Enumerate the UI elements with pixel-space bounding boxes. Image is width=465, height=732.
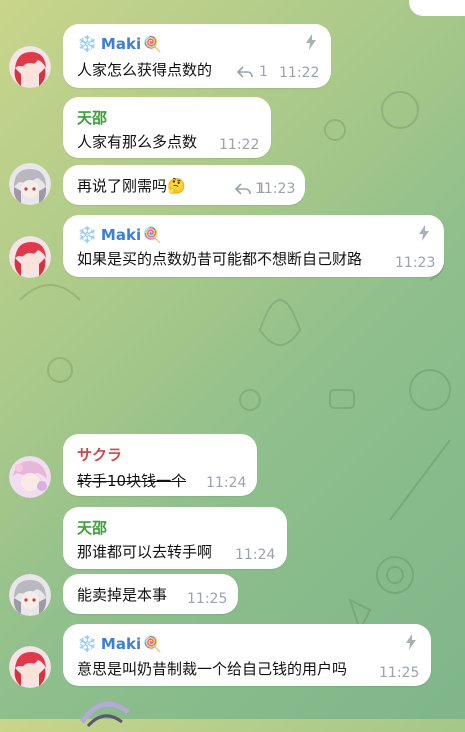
avatar[interactable] — [9, 236, 51, 278]
message-time: 11:25 — [187, 591, 228, 607]
message-text: 再说了刚需吗🤔 — [77, 177, 186, 195]
sender-name[interactable]: 天邵 — [77, 517, 107, 538]
message-time: 11:23 — [395, 255, 436, 271]
avatar[interactable] — [9, 46, 51, 88]
sticker-partial[interactable] — [80, 692, 130, 732]
lollipop-icon: 🍭 — [143, 225, 162, 244]
sender-name[interactable]: ❄️ Maki 🍭 — [77, 34, 162, 53]
snowflake-icon: ❄️ — [77, 634, 97, 653]
message-time: 11:22 — [279, 65, 320, 81]
message-text: 人家有那么多点数 — [77, 133, 198, 151]
reply-arrow-icon — [235, 183, 251, 195]
message-time: 11:24 — [206, 475, 247, 491]
message-time: 11:25 — [379, 665, 420, 681]
snowflake-icon: ❄️ — [77, 34, 97, 53]
avatar[interactable] — [9, 646, 51, 688]
message-text: 如果是买的点数奶昔可能都不想断自己财路 — [77, 250, 363, 268]
message-bubble[interactable]: 天邵 那谁都可以去转手啊 11:24 — [63, 507, 287, 569]
lightning-icon[interactable] — [305, 34, 317, 50]
avatar[interactable] — [9, 163, 51, 205]
message-bubble[interactable]: 能卖掉是本事 11:25 — [63, 574, 238, 614]
message-time: 11:22 — [219, 137, 260, 153]
avatar[interactable] — [9, 574, 51, 616]
avatar[interactable] — [9, 456, 51, 498]
sender-name[interactable]: 天邵 — [77, 107, 107, 128]
lightning-icon[interactable] — [418, 225, 430, 241]
message-text: 能卖掉是本事 — [77, 586, 168, 604]
lollipop-icon: 🍭 — [143, 34, 162, 53]
message-text: 意思是叫奶昔制裁一个给自己钱的用户吗 — [77, 660, 348, 678]
sender-name[interactable]: サクラ — [77, 444, 122, 465]
reply-arrow-icon — [237, 66, 253, 78]
message-time: 11:24 — [235, 547, 276, 563]
message-time: 11:23 — [255, 181, 296, 197]
message-bubble[interactable]: ❄️ Maki 🍭 人家怎么获得点数的 1 11:22 — [63, 24, 331, 88]
lightning-icon[interactable] — [405, 634, 417, 650]
message-bubble[interactable]: ❄️ Maki 🍭 如果是买的点数奶昔可能都不想断自己财路 11:23 — [63, 215, 444, 277]
reply-count[interactable]: 1 — [237, 64, 268, 80]
message-bubble[interactable]: 天邵 人家有那么多点数 11:22 — [63, 97, 271, 158]
snowflake-icon: ❄️ — [77, 225, 97, 244]
previous-message-bubble-edge — [409, 0, 465, 16]
sender-name[interactable]: ❄️ Maki 🍭 — [77, 225, 162, 244]
sender-name[interactable]: ❄️ Maki 🍭 — [77, 634, 162, 653]
message-bubble[interactable]: サクラ 转手10块钱一个 11:24 — [63, 434, 257, 496]
message-bubble[interactable]: ❄️ Maki 🍭 意思是叫奶昔制裁一个给自己钱的用户吗 11:25 — [63, 624, 431, 686]
lollipop-icon: 🍭 — [143, 634, 162, 653]
message-text: 人家怎么获得点数的 — [77, 61, 213, 79]
message-text: 那谁都可以去转手啊 — [77, 543, 213, 561]
message-text: 转手10块钱一个 — [77, 472, 187, 490]
message-bubble[interactable]: 再说了刚需吗🤔 1 11:23 — [63, 165, 305, 205]
